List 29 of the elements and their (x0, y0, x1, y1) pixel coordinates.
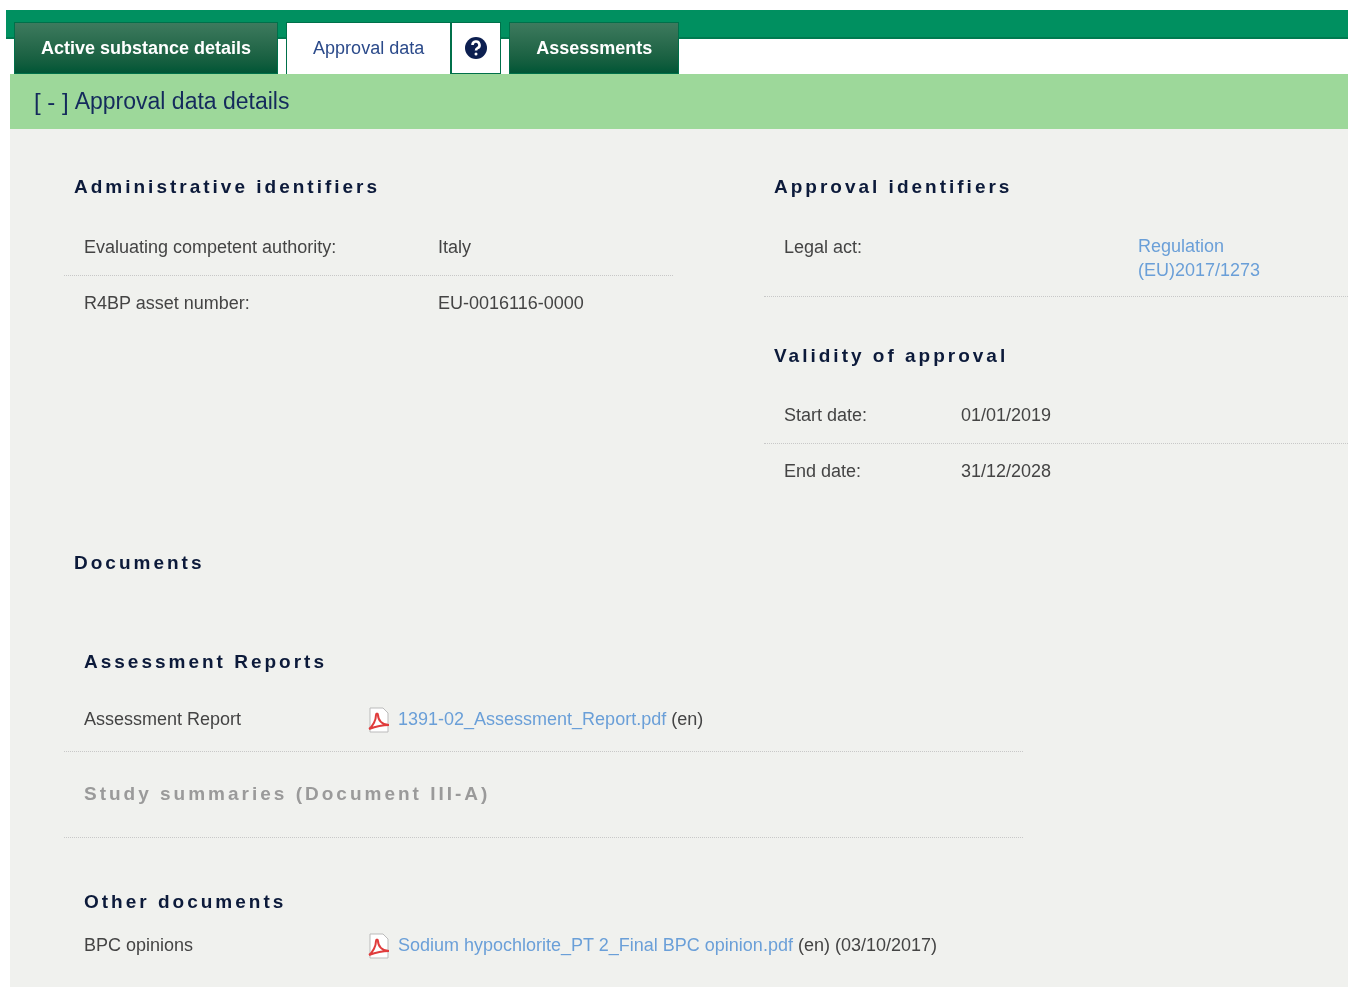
section-heading: Assessment Reports (83, 649, 329, 674)
field-label: R4BP asset number: (84, 291, 251, 315)
field-label: Assessment Report (84, 708, 243, 731)
tab[interactable]: Assessments (509, 22, 680, 74)
help-button[interactable] (451, 22, 502, 74)
section-heading: Validity of approval (773, 343, 1010, 368)
field-label: Legal act: (784, 235, 864, 259)
pdf-file-icon (366, 706, 392, 733)
field-label: BPC opinions (84, 934, 195, 957)
field-value: 31/12/2028 (961, 460, 1052, 483)
section-heading: Approval identifiers (773, 175, 1014, 199)
tab[interactable]: Approval data (286, 22, 452, 74)
file-details: (en) (671, 708, 704, 731)
field-value: EU-0016116-0000 (438, 291, 584, 315)
section-title: Approval data details (74, 87, 290, 117)
section-heading: Administrative identifiers (73, 175, 382, 199)
help-icon (464, 36, 489, 60)
section-heading: Documents (73, 551, 206, 575)
section-heading: Study summaries (Document III-A) (83, 782, 492, 806)
section-heading: Other documents (83, 889, 288, 914)
tab[interactable]: Active substance details (14, 22, 279, 74)
field-value: Italy (438, 235, 471, 259)
pdf-file-icon (366, 932, 392, 959)
file-details: (en) (03/10/2017) (797, 934, 937, 957)
field-label: Evaluating competent authority: (84, 235, 338, 259)
collapse-toggle[interactable]: [ - ] (34, 83, 69, 120)
field-value: 01/01/2019 (961, 404, 1052, 427)
field-label: Start date: (784, 404, 869, 427)
field-label: End date: (784, 460, 863, 483)
